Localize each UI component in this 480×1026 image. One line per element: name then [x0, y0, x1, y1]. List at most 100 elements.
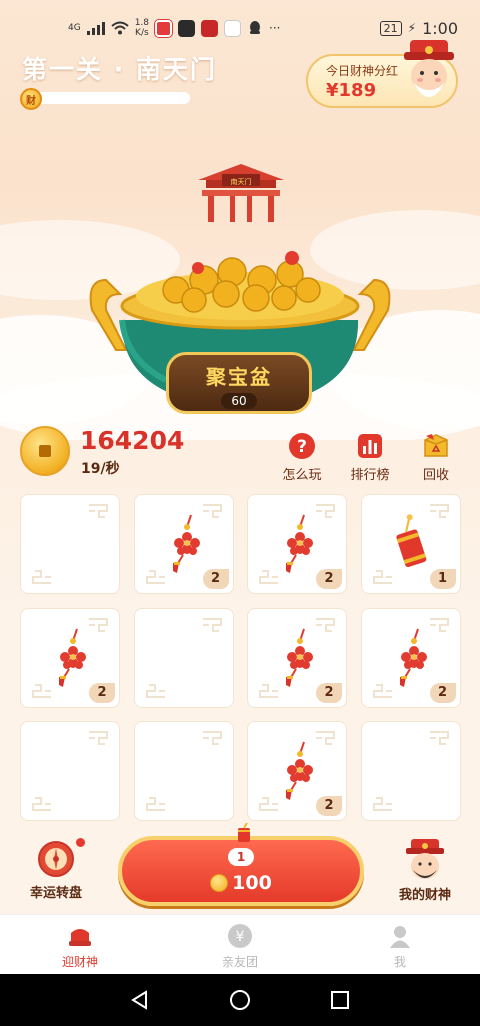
person-icon — [390, 926, 410, 948]
tab-welcome-god-label: 迎财神 — [61, 955, 98, 969]
back-icon[interactable] — [129, 989, 151, 1011]
coin-small-icon — [210, 874, 229, 892]
grid-cell[interactable] — [133, 721, 234, 821]
svg-text:¥: ¥ — [236, 929, 245, 945]
gate-sign: 南天门 — [231, 177, 252, 186]
coin-total: 164204 — [80, 426, 185, 455]
buy-item-button[interactable]: 1 100 — [118, 822, 364, 906]
question-icon: ? — [289, 433, 315, 459]
dividend-card[interactable]: 今日财神分红 ¥189 — [306, 40, 458, 108]
more-indicator: ··· — [269, 21, 281, 35]
corner-ornament — [143, 788, 169, 814]
grid-cell[interactable] — [20, 721, 120, 821]
chinese-knot-icon[interactable] — [165, 513, 205, 575]
buy-cost: 100 — [122, 872, 360, 894]
firecracker-icon[interactable] — [392, 513, 432, 575]
progress-badge: 财 — [20, 88, 42, 110]
grid-cell[interactable]: 2 — [133, 494, 234, 594]
wealth-god-icon — [406, 839, 444, 879]
recents-icon[interactable] — [329, 989, 351, 1011]
lucky-wheel-button[interactable]: 幸运转盘 — [24, 838, 88, 901]
game-screen: 4G 1.8 K/s ··· 21 ⚡ 1:00 第一关 · 南天门 财 今日财神… — [0, 0, 480, 1026]
my-wealth-god-label: 我的财神 — [398, 888, 451, 903]
yuan-coin-icon: ¥ — [228, 924, 252, 948]
home-icon[interactable] — [229, 989, 251, 1011]
game-notification-icon — [178, 19, 196, 37]
pot-title: 聚宝盆 — [206, 365, 272, 389]
god-hat-icon — [69, 929, 91, 946]
tab-me[interactable]: 我 — [320, 915, 480, 974]
wifi-icon — [111, 21, 129, 35]
item-level-badge: 2 — [316, 796, 342, 816]
tab-bar: 迎财神 ¥ 亲友团 我 — [0, 914, 480, 974]
item-level-badge: 2 — [429, 682, 456, 703]
pot-count: 60 — [221, 393, 257, 409]
coin-rate: 19/秒 — [81, 461, 120, 477]
status-left: 4G 1.8 K/s ··· — [68, 18, 280, 38]
level-title: 第一关 · 南天门 — [22, 55, 217, 84]
corner-ornament — [85, 728, 111, 754]
firecracker-top-icon — [238, 822, 250, 842]
grid-cell[interactable]: 2 — [247, 721, 347, 821]
level-progress: 财 — [20, 88, 192, 110]
recycle-label: 回收 — [422, 468, 449, 483]
net-speed: 1.8 K/s — [135, 18, 149, 38]
leaderboard-label: 排行榜 — [350, 468, 390, 483]
buy-level-badge: 1 — [228, 848, 254, 866]
item-level-badge: 1 — [429, 569, 456, 589]
progress-track — [30, 92, 190, 104]
how-to-play-label: 怎么玩 — [282, 468, 322, 483]
chart-app-icon — [224, 19, 242, 37]
notification-dot — [76, 838, 85, 847]
leaderboard-button[interactable]: 排行榜 — [340, 432, 400, 483]
chinese-knot-icon[interactable] — [278, 513, 318, 575]
grid-cell[interactable]: 2 — [247, 494, 347, 594]
svg-text:?: ? — [297, 437, 307, 457]
chinese-knot-icon[interactable] — [392, 627, 432, 689]
chinese-knot-icon[interactable] — [278, 627, 318, 689]
app-notification-icon — [155, 19, 173, 37]
buy-cost-value: 100 — [232, 872, 272, 894]
lucky-wheel-label: 幸运转盘 — [29, 886, 82, 901]
item-level-badge: 2 — [202, 569, 229, 589]
wheel-icon — [38, 841, 74, 877]
item-level-badge: 2 — [89, 682, 115, 703]
corner-ornament — [29, 788, 55, 814]
grid-cell[interactable] — [360, 721, 461, 821]
item-level-badge: 2 — [316, 682, 342, 703]
corner-ornament — [426, 728, 452, 754]
grid-cell[interactable] — [20, 494, 120, 594]
grid-cell[interactable]: 2 — [247, 607, 347, 708]
tab-me-label: 我 — [393, 955, 406, 969]
chinese-knot-icon[interactable] — [51, 627, 91, 689]
grid-cell[interactable]: 1 — [360, 494, 461, 594]
south-heaven-gate: 南天门 — [198, 164, 284, 222]
pot-label[interactable]: 聚宝盆 60 — [166, 352, 312, 414]
corner-ornament — [29, 561, 55, 587]
qq-icon — [250, 21, 261, 34]
corner-ornament — [370, 788, 396, 814]
my-wealth-god-button[interactable]: 我的财神 — [390, 838, 460, 903]
tab-friends[interactable]: ¥ 亲友团 — [160, 915, 320, 974]
corner-ornament — [143, 675, 169, 701]
corner-ornament — [199, 728, 225, 754]
coin-icon — [20, 426, 70, 476]
leaderboard-icon — [358, 434, 382, 458]
net-speed-unit: K/s — [135, 28, 149, 38]
stock-app-icon — [201, 19, 219, 37]
battery-icon: 21 — [379, 20, 402, 36]
clock: 1:00 — [422, 18, 458, 38]
grid-cell[interactable]: 2 — [360, 607, 461, 708]
grid-cell[interactable] — [133, 607, 234, 708]
tab-welcome-god[interactable]: 迎财神 — [0, 915, 160, 974]
net-speed-value: 1.8 — [134, 18, 150, 28]
recycle-button[interactable]: 回收 — [406, 432, 466, 483]
corner-ornament — [199, 615, 225, 641]
charging-icon: ⚡ — [407, 21, 417, 35]
how-to-play-button[interactable]: ? 怎么玩 — [272, 432, 332, 483]
system-nav-bar — [0, 974, 480, 1026]
signal-icon — [86, 21, 105, 35]
network-type: 4G — [68, 23, 81, 33]
grid-cell[interactable]: 2 — [20, 607, 120, 708]
chinese-knot-icon[interactable] — [278, 740, 318, 802]
